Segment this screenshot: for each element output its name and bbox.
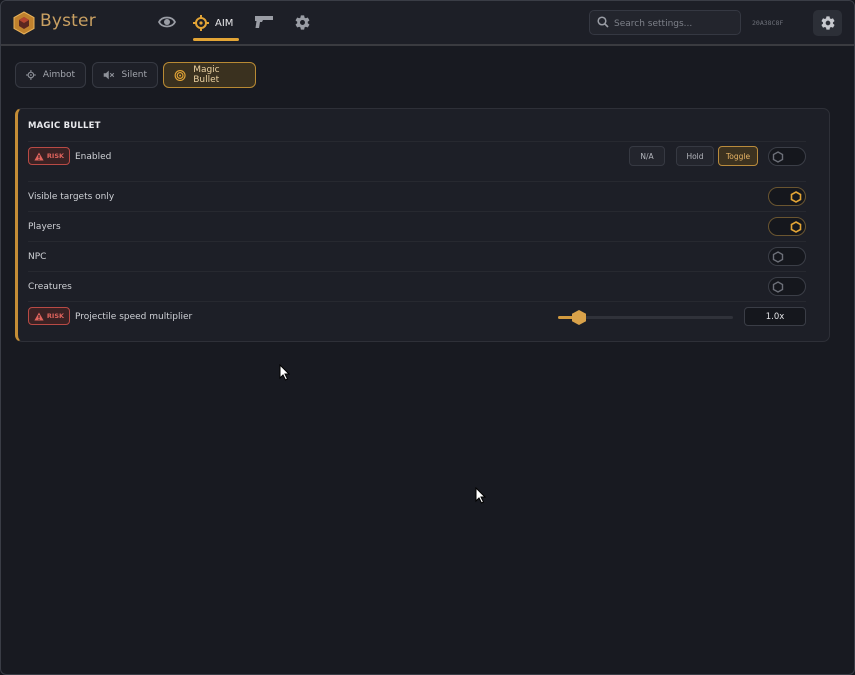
setting-row-enabled: RISK Enabled N/A Hold Toggle [28,141,806,172]
panel-title: MAGIC BULLET [28,121,101,131]
hwid-label: 20A38C8F [752,19,784,27]
setting-label: NPC [28,252,47,262]
tab-aimbot[interactable]: Aimbot [15,62,86,88]
visible-targets-toggle[interactable] [768,187,806,206]
gear-icon[interactable] [294,14,311,31]
toggle-knob-icon [790,191,802,203]
setting-row-visible-targets: Visible targets only [28,181,806,212]
mouse-cursor-icon [475,487,486,504]
search-input[interactable] [612,14,740,33]
tab-silent[interactable]: Silent [92,62,158,88]
tab-aimbot-label: Aimbot [42,70,75,80]
crosshair-icon [193,15,209,31]
enabled-toggle[interactable] [768,147,806,166]
brand-name: Byster [40,11,96,31]
search-box [589,10,741,35]
crosshair-icon [26,70,36,80]
setting-label: Enabled [75,152,112,162]
creatures-toggle[interactable] [768,277,806,296]
setting-label: Visible targets only [28,192,115,202]
muted-speaker-icon [103,70,115,80]
tab-silent-label: Silent [121,70,147,80]
projectile-speed-value[interactable]: 1.0x [744,307,806,326]
setting-label: Players [28,222,61,232]
slider-thumb-icon[interactable] [571,309,587,326]
setting-label: Creatures [28,282,72,292]
toggle-knob-icon [772,251,784,263]
setting-label: Projectile speed multiplier [75,312,193,322]
mouse-cursor-icon [279,364,290,381]
mode-toggle-button[interactable]: Toggle [718,146,758,166]
npc-toggle[interactable] [768,247,806,266]
setting-row-players: Players [28,211,806,242]
search-icon [597,16,609,28]
tab-magic-bullet-label: Magic Bullet [193,65,220,85]
top-bar: Byster AIM 20A38C8F [1,1,854,46]
projectile-speed-slider[interactable] [558,310,733,325]
setting-row-projectile-speed: RISK Projectile speed multiplier 1.0x [28,301,806,332]
settings-button[interactable] [813,10,842,36]
nav-active-indicator [193,38,239,41]
risk-label: RISK [46,152,65,160]
players-toggle[interactable] [768,217,806,236]
toggle-knob-icon [772,151,784,163]
keybind-button[interactable]: N/A [629,146,665,166]
setting-row-npc: NPC [28,241,806,272]
magic-bullet-panel: MAGIC BULLET RISK Enabled N/A Hold Toggl… [15,108,830,342]
target-icon [174,69,186,81]
mode-hold-button[interactable]: Hold [676,146,714,166]
toggle-knob-icon [772,281,784,293]
logo-icon [13,11,35,35]
nav-tab-aim[interactable]: AIM [193,13,233,33]
toggle-knob-icon [790,221,802,233]
tab-magic-bullet[interactable]: Magic Bullet [163,62,256,88]
eye-icon[interactable] [158,14,176,30]
warning-icon [34,152,44,160]
risk-label: RISK [46,312,65,320]
gear-icon [821,16,834,30]
gun-icon[interactable] [254,14,274,30]
nav-tab-aim-label: AIM [215,17,234,29]
warning-icon [34,312,44,320]
risk-badge: RISK [28,307,70,325]
setting-row-creatures: Creatures [28,271,806,302]
risk-badge: RISK [28,147,70,165]
